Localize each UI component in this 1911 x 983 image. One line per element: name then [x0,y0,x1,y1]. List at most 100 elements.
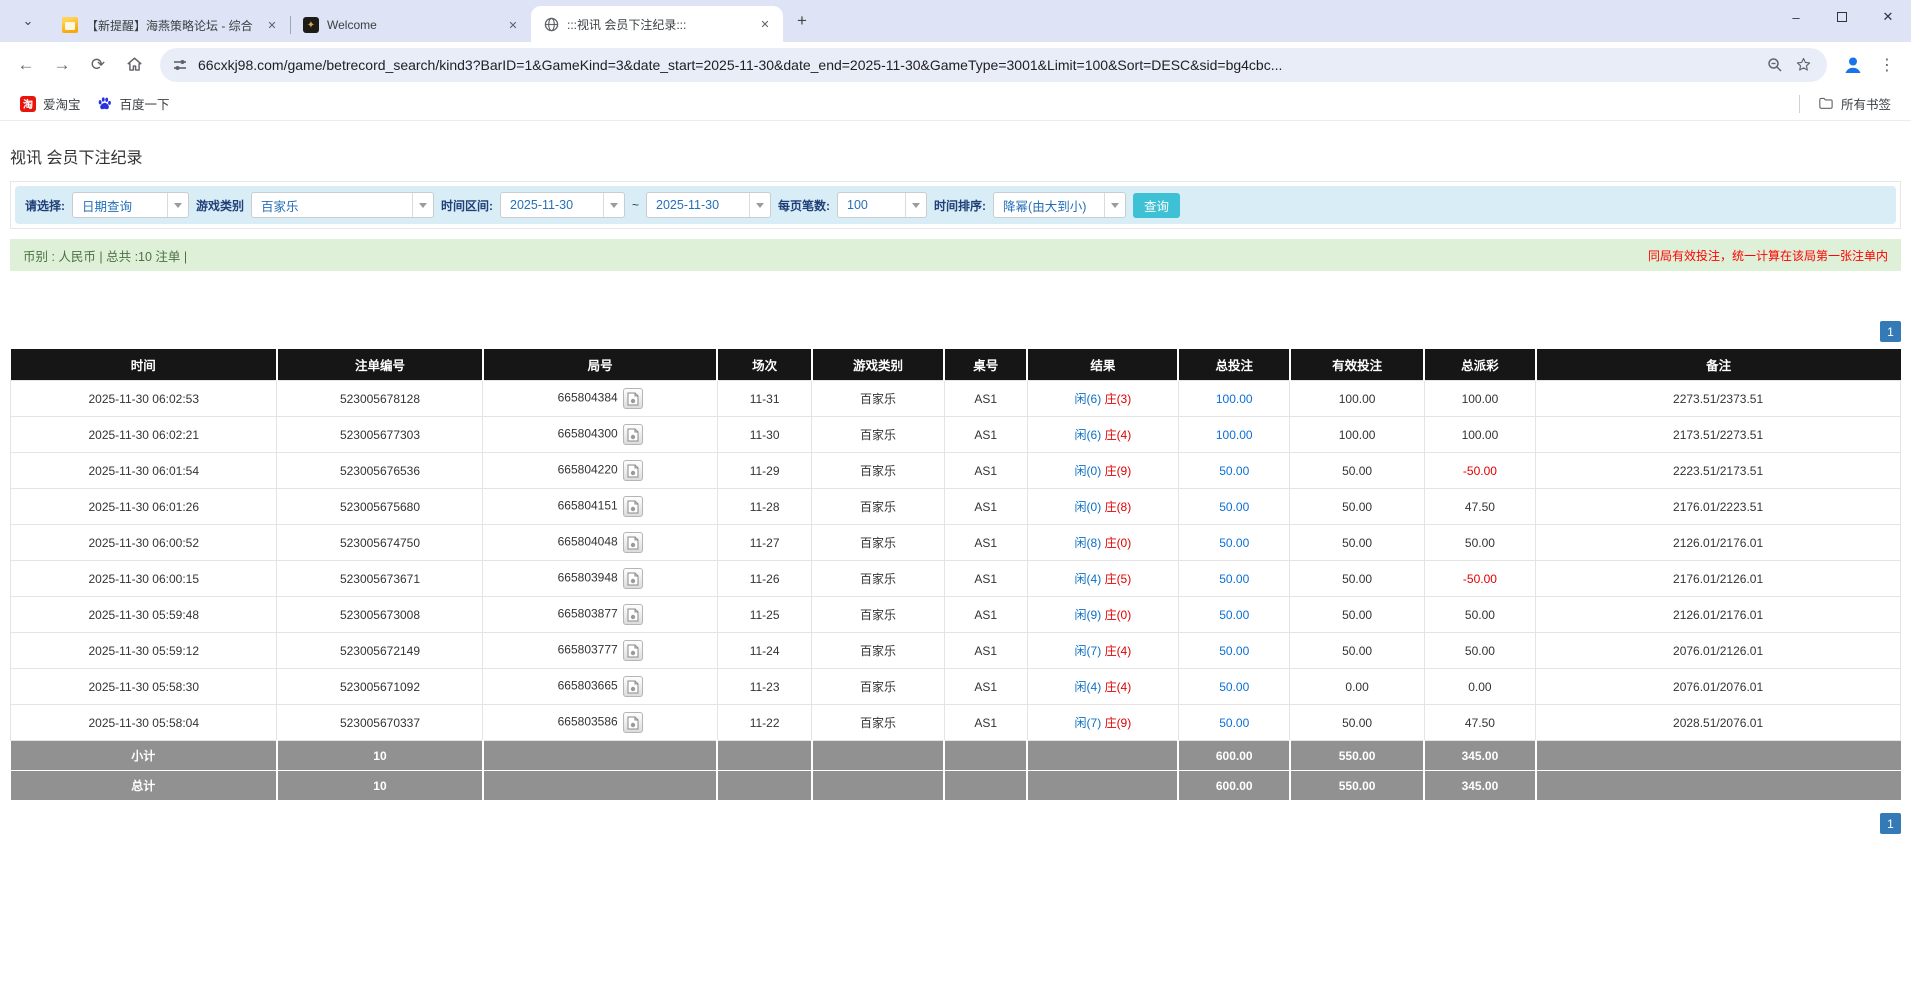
cell-payout: 50.00 [1424,525,1536,561]
table-row: 2025-11-30 06:00:15523005673671665803948… [11,561,1901,597]
round-detail-icon[interactable] [623,460,643,481]
game-type-dropdown[interactable]: 百家乐 [251,192,434,218]
payout-value: 100.00 [1462,428,1499,442]
total-bet-link[interactable]: 50.00 [1219,608,1249,622]
total-bet-link[interactable]: 50.00 [1219,536,1249,550]
tab-close-icon[interactable]: ✕ [505,17,521,33]
total-bet-link[interactable]: 50.00 [1219,500,1249,514]
cell-time: 2025-11-30 05:59:48 [11,597,277,633]
tab-forum[interactable]: 【新提醒】海燕策略论坛 - 综合 ✕ [50,8,290,42]
bookmark-taobao[interactable]: 淘 爱淘宝 [12,90,89,117]
round-detail-icon[interactable] [623,532,643,553]
column-header: 有效投注 [1290,349,1424,381]
home-button[interactable] [118,49,150,81]
total-bet-link[interactable]: 100.00 [1216,428,1253,442]
result-banker: 庄(8) [1105,500,1132,514]
search-button[interactable]: 查询 [1133,193,1180,218]
maximize-button[interactable] [1819,0,1865,34]
cell-game-type: 百家乐 [812,669,944,705]
url-bar[interactable]: 66cxkj98.com/game/betrecord_search/kind3… [160,48,1827,82]
tab-close-icon[interactable]: ✕ [757,16,773,32]
total-bet-link[interactable]: 100.00 [1216,392,1253,406]
url-text[interactable]: 66cxkj98.com/game/betrecord_search/kind3… [198,57,1761,73]
result-player: 闲(9) [1075,608,1102,622]
total-row-cell-4 [812,771,944,801]
all-bookmarks-button[interactable]: 所有书签 [1810,90,1899,117]
cell-bet-id: 523005674750 [277,525,483,561]
cell-table-no: AS1 [944,453,1027,489]
subtotal-row-cell-3 [717,741,812,771]
cell-result: 闲(4) 庄(4) [1027,669,1178,705]
chevron-down-icon [1104,193,1125,217]
round-detail-icon[interactable] [623,640,643,661]
cell-time: 2025-11-30 05:58:30 [11,669,277,705]
round-detail-icon[interactable] [623,568,643,589]
bookmark-label: 爱淘宝 [43,94,81,113]
cell-total-bet: 50.00 [1178,705,1290,741]
round-detail-icon[interactable] [623,676,643,697]
reload-button[interactable]: ⟳ [82,49,114,81]
forward-button[interactable]: → [46,49,78,81]
cell-result: 闲(0) 庄(9) [1027,453,1178,489]
cell-bet-id: 523005677303 [277,417,483,453]
cell-time: 2025-11-30 05:58:04 [11,705,277,741]
sort-dropdown[interactable]: 降幂(由大到小) [993,192,1126,218]
payout-value: 0.00 [1468,680,1491,694]
page-number-button-bottom[interactable]: 1 [1880,813,1901,834]
page-number-button-top[interactable]: 1 [1880,321,1901,342]
total-bet-link[interactable]: 50.00 [1219,716,1249,730]
date-end-value: 2025-11-30 [647,193,749,217]
query-type-dropdown[interactable]: 日期查询 [72,192,189,218]
tab-welcome[interactable]: ✦ Welcome ✕ [291,8,531,42]
cell-table-no: AS1 [944,633,1027,669]
round-detail-icon[interactable] [623,604,643,625]
table-body: 2025-11-30 06:02:53523005678128665804384… [11,381,1901,741]
summary-currency-count: 币别 : 人民币 | 总共 :10 注单 | [23,246,187,265]
column-header: 总投注 [1178,349,1290,381]
minimize-button[interactable]: – [1773,0,1819,34]
column-header: 桌号 [944,349,1027,381]
round-detail-icon[interactable] [623,496,643,517]
cell-valid-bet: 100.00 [1290,417,1424,453]
tab-bet-records[interactable]: :::视讯 会员下注纪录::: ✕ [531,6,783,42]
site-info-icon[interactable] [172,57,188,73]
round-detail-icon[interactable] [623,388,643,409]
cell-session: 11-29 [717,453,812,489]
maximize-icon [1837,12,1847,22]
total-bet-link[interactable]: 50.00 [1219,464,1249,478]
per-page-label: 每页笔数: [778,197,830,214]
total-bet-link[interactable]: 50.00 [1219,680,1249,694]
subtotal-row-cell-6 [1027,741,1178,771]
bookmark-star-icon[interactable] [1789,51,1817,79]
close-button[interactable]: ✕ [1865,0,1911,34]
browser-menu-button[interactable]: ⋮ [1873,51,1901,79]
cell-round: 665804048 [483,525,717,561]
payout-value: 50.00 [1465,536,1495,550]
date-end-dropdown[interactable]: 2025-11-30 [646,192,771,218]
total-bet-link[interactable]: 50.00 [1219,572,1249,586]
subtotal-row-cell-5 [944,741,1027,771]
profile-avatar[interactable] [1839,51,1867,79]
cell-note: 2126.01/2176.01 [1536,525,1901,561]
new-tab-button[interactable]: + [789,8,815,34]
per-page-dropdown[interactable]: 100 [837,192,927,218]
cell-result: 闲(6) 庄(4) [1027,417,1178,453]
cell-bet-id: 523005670337 [277,705,483,741]
total-bet-link[interactable]: 50.00 [1219,644,1249,658]
zoom-icon[interactable] [1761,51,1789,79]
table-row: 2025-11-30 05:58:04523005670337665803586… [11,705,1901,741]
cell-game-type: 百家乐 [812,633,944,669]
round-detail-icon[interactable] [623,712,643,733]
filter-bar: 请选择: 日期查询 游戏类别 百家乐 时间区间: 2025-11-30 ~ 20… [15,186,1896,224]
table-header-row: 时间注单编号局号场次游戏类别桌号结果总投注有效投注总派彩备注 [11,349,1901,381]
tab-close-icon[interactable]: ✕ [264,17,280,33]
result-banker: 庄(9) [1105,716,1132,730]
total-row-cell-3 [717,771,812,801]
bookmark-baidu[interactable]: 百度一下 [89,90,178,117]
page-title: 视讯 会员下注纪录 [10,144,1901,168]
round-detail-icon[interactable] [623,424,643,445]
cell-time: 2025-11-30 06:00:52 [11,525,277,561]
tab-search-button[interactable]: ⌄ [14,7,42,35]
back-button[interactable]: ← [10,49,42,81]
date-start-dropdown[interactable]: 2025-11-30 [500,192,625,218]
